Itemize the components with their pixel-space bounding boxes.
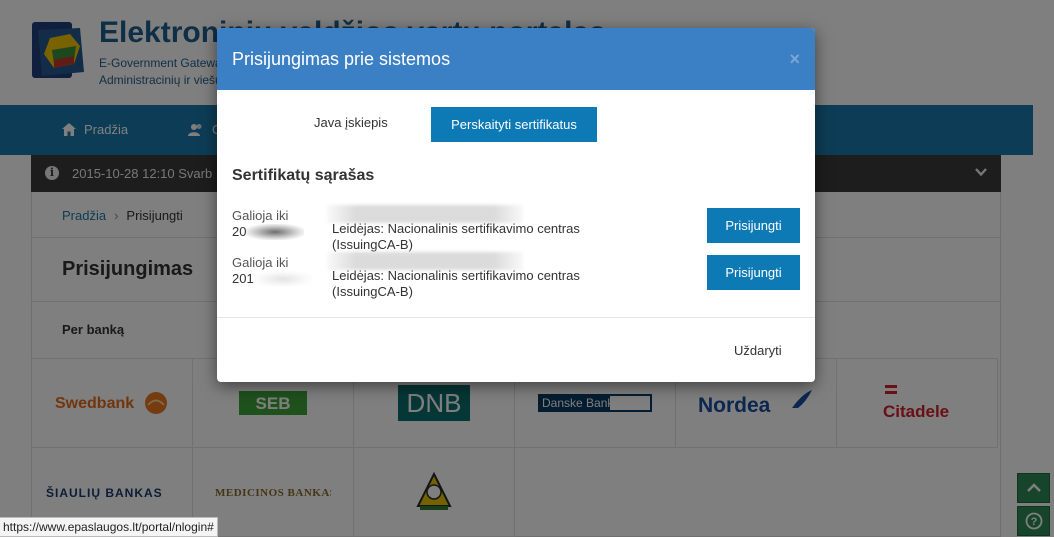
browser-status-url: https://www.epaslaugos.lt/portal/nlogin# (0, 517, 218, 537)
valid-until-label: Galioja iki (232, 208, 289, 223)
modal-header: Prisijungimas prie sistemos × (217, 28, 815, 90)
certificate-issuer: Leidėjas: Nacionalinis sertifikavimo cen… (332, 268, 580, 299)
login-modal: Prisijungimas prie sistemos × Java įskie… (217, 28, 815, 382)
valid-until-label: Galioja iki (232, 255, 289, 270)
tab-java-plugin[interactable]: Java įskiepis (314, 115, 388, 130)
modal-title: Prisijungimas prie sistemos (232, 49, 451, 69)
valid-until-date-prefix: 201 (232, 271, 254, 286)
close-button[interactable]: Uždaryti (734, 343, 782, 358)
valid-until-date: 20 (232, 224, 305, 240)
certificate-issuer: Leidėjas: Nacionalinis sertifikavimo cen… (332, 221, 580, 252)
close-icon[interactable]: × (789, 50, 800, 68)
redacted-date (253, 271, 312, 287)
modal-footer-divider (217, 317, 815, 318)
connect-button[interactable]: Prisijungti (707, 255, 800, 290)
certificate-row: Galioja iki 20 Leidėjas: Nacionalinis se… (217, 205, 815, 254)
valid-until-date: 201 (232, 271, 312, 287)
certificate-list-heading: Sertifikatų sąrašas (232, 167, 375, 184)
connect-button[interactable]: Prisijungti (707, 208, 800, 243)
valid-until-date-prefix: 20 (232, 224, 247, 239)
read-certificates-button[interactable]: Perskaityti sertifikatus (431, 107, 597, 142)
redacted-date (246, 224, 305, 240)
certificate-row: Galioja iki 201 Leidėjas: Nacionalinis s… (217, 252, 815, 301)
